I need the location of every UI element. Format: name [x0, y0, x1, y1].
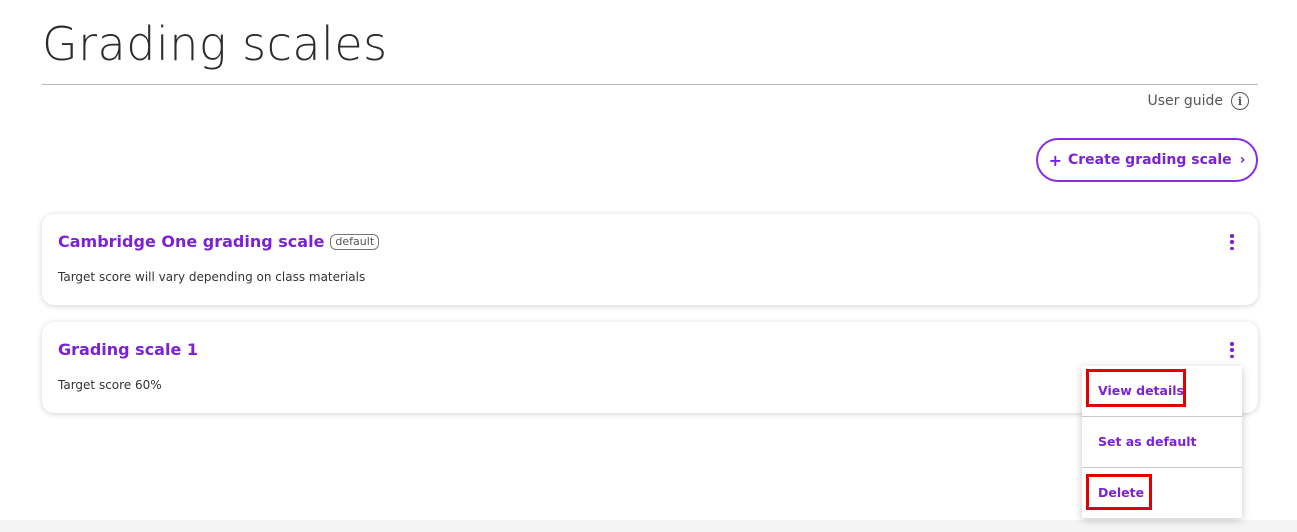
kebab-dot	[1230, 240, 1234, 244]
user-guide-link[interactable]: User guide i	[1147, 92, 1249, 110]
more-options-icon[interactable]	[1226, 342, 1238, 358]
kebab-dot	[1230, 234, 1234, 238]
kebab-dot	[1230, 348, 1234, 352]
plus-icon: +	[1048, 150, 1062, 170]
more-options-icon[interactable]	[1226, 234, 1238, 250]
chevron-right-icon: ›	[1239, 152, 1246, 168]
kebab-dot	[1230, 246, 1234, 250]
grading-scale-card: Cambridge One grading scale default Targ…	[42, 214, 1258, 305]
grading-scale-title: Grading scale 1	[58, 340, 198, 359]
grading-scale-card: Grading scale 1 Target score 60%	[42, 322, 1258, 413]
user-guide-label: User guide	[1147, 93, 1223, 109]
context-menu: View details Set as default Delete	[1082, 366, 1242, 518]
page-title: Grading scales	[42, 17, 388, 71]
menu-item-label: Set as default	[1098, 434, 1197, 449]
grading-scale-name[interactable]: Cambridge One grading scale	[58, 232, 324, 251]
grading-scale-description: Target score will vary depending on clas…	[58, 270, 366, 284]
create-grading-scale-label: Create grading scale	[1068, 152, 1232, 168]
grading-scale-description: Target score 60%	[58, 378, 162, 392]
kebab-dot	[1230, 354, 1234, 358]
menu-item-label: View details	[1098, 383, 1184, 398]
title-divider	[42, 84, 1258, 85]
create-grading-scale-button[interactable]: + Create grading scale ›	[1036, 138, 1258, 182]
info-icon: i	[1231, 92, 1249, 110]
menu-item-view-details[interactable]: View details	[1082, 366, 1242, 416]
default-badge: default	[330, 233, 380, 250]
menu-item-set-as-default[interactable]: Set as default	[1082, 417, 1242, 467]
grading-scale-name[interactable]: Grading scale 1	[58, 340, 198, 359]
menu-item-label: Delete	[1098, 485, 1145, 500]
kebab-dot	[1230, 342, 1234, 346]
menu-item-delete[interactable]: Delete	[1082, 468, 1242, 518]
grading-scale-title: Cambridge One grading scale default	[58, 232, 380, 251]
